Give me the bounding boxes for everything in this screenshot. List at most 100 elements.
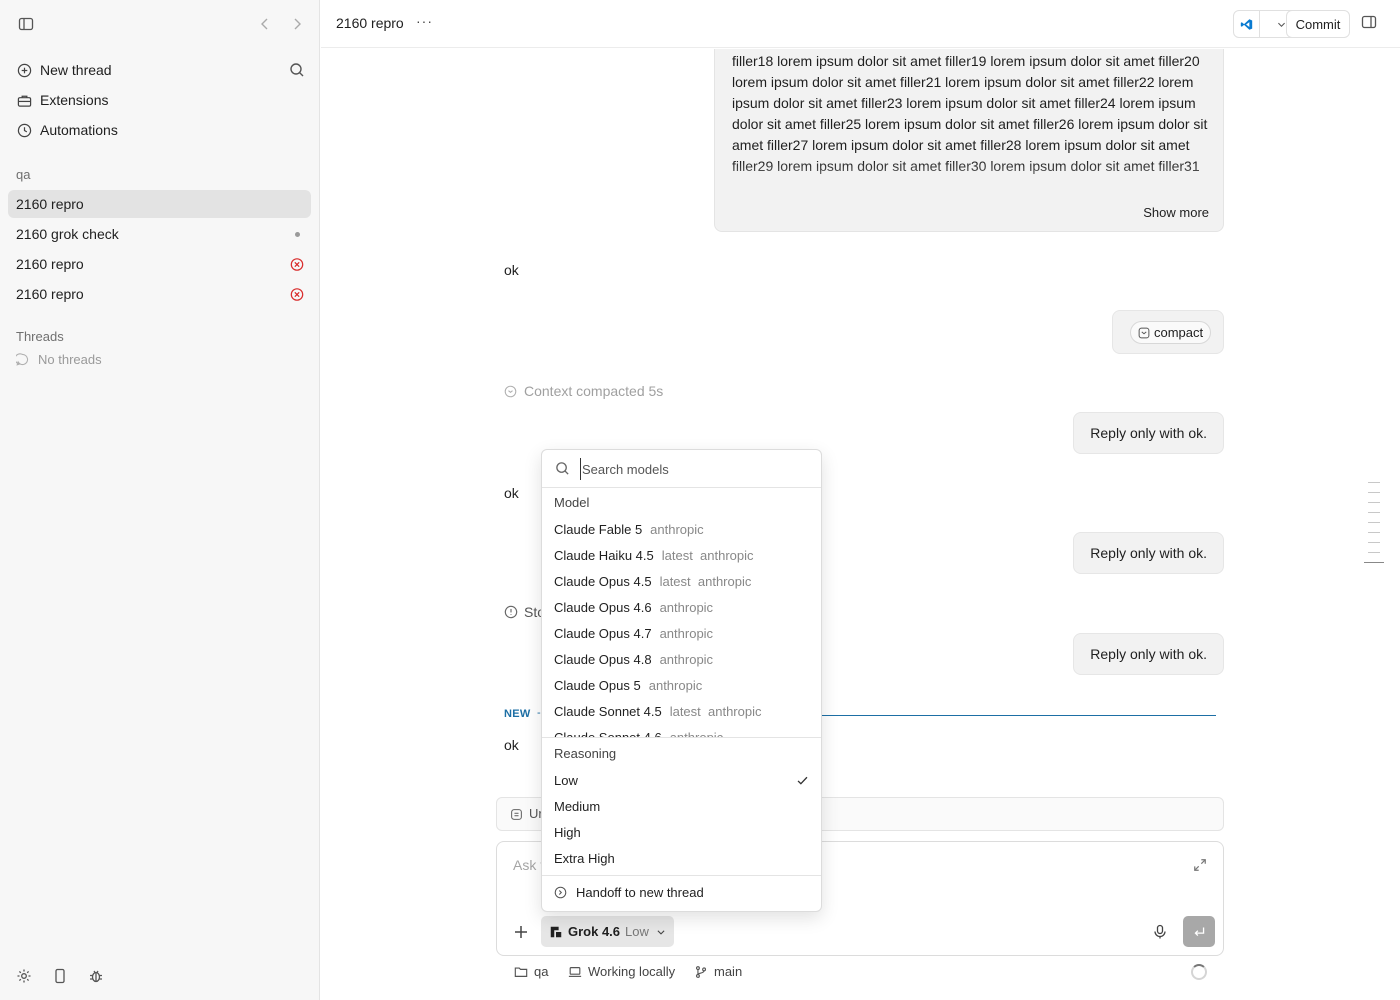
chat-bubble-icon	[16, 353, 29, 366]
mobile-device-icon[interactable]	[50, 966, 70, 986]
commit-button[interactable]: Commit	[1286, 10, 1350, 38]
threads-section-label: Threads	[16, 329, 64, 344]
back-arrow-icon[interactable]	[255, 14, 275, 34]
user-message-compact: compact	[1112, 310, 1224, 354]
model-option[interactable]: Claude Sonnet 4.6 anthropic	[542, 724, 821, 738]
settings-gear-icon[interactable]	[14, 966, 34, 986]
assistant-message: ok	[504, 737, 519, 753]
search-icon	[556, 462, 569, 475]
send-button[interactable]	[1183, 916, 1215, 947]
thread-item[interactable]: 2160 repro	[8, 190, 311, 218]
expand-icon[interactable]	[1193, 858, 1207, 872]
user-message-text: Reply only with ok.	[1090, 545, 1207, 561]
model-option[interactable]: Claude Opus 4.8 anthropic	[542, 646, 821, 672]
model-option-name: Claude Fable 5	[554, 521, 643, 537]
enter-icon	[1194, 927, 1204, 937]
reasoning-option-label: High	[554, 824, 581, 840]
model-option-name: Claude Opus 4.6	[554, 599, 652, 615]
reasoning-option-label: Low	[554, 772, 578, 788]
show-more-button[interactable]: Show more	[1137, 205, 1209, 220]
clock-icon	[16, 122, 32, 138]
model-option[interactable]: Claude Opus 4.7 anthropic	[542, 620, 821, 646]
model-option-name: Claude Sonnet 4.5	[554, 703, 662, 719]
new-divider-line	[820, 715, 1216, 716]
thread-label: 2160 repro	[16, 286, 84, 302]
folder-selector[interactable]: qa	[514, 964, 548, 979]
model-option-name: Claude Opus 4.7	[554, 625, 652, 641]
folder-label: qa	[534, 964, 549, 979]
thread-label: 2160 repro	[16, 256, 84, 272]
assistant-message: ok	[504, 485, 519, 501]
model-option-name: Claude Opus 5	[554, 677, 641, 693]
context-compacted-note: Context compacted 5s	[504, 383, 663, 399]
chevron-down-icon	[657, 929, 665, 935]
model-option[interactable]: Claude Haiku 4.5 latest anthropic	[542, 542, 821, 568]
bug-report-icon[interactable]	[86, 966, 106, 986]
error-icon	[290, 257, 304, 271]
folder-icon	[514, 966, 528, 977]
model-selector-button[interactable]: Grok 4.6 Low	[541, 916, 674, 947]
add-attachment-icon[interactable]	[513, 924, 529, 940]
handoff-label: Handoff to new thread	[576, 885, 704, 900]
model-option[interactable]: Claude Opus 4.6 anthropic	[542, 594, 821, 620]
top-bar: 2160 repro ··· Commit	[321, 0, 1400, 48]
user-message: Reply only with ok.	[1073, 412, 1224, 454]
project-label: qa	[16, 167, 31, 182]
context-note-text: Context compacted 5s	[524, 383, 664, 399]
model-option[interactable]: Claude Opus 4.5 latest anthropic	[542, 568, 821, 594]
reasoning-option-low[interactable]: Low	[542, 767, 821, 793]
compacted-icon	[504, 385, 517, 397]
more-options-icon[interactable]: ···	[416, 13, 433, 29]
loading-spinner-icon	[1191, 964, 1207, 980]
model-list[interactable]: Claude Fable 5 anthropic Claude Haiku 4.5…	[542, 516, 821, 738]
toggle-right-panel-icon[interactable]	[1361, 14, 1381, 34]
reasoning-option-medium[interactable]: Medium	[542, 793, 821, 819]
branch-selector[interactable]: main	[694, 964, 742, 979]
reasoning-option-high[interactable]: High	[542, 819, 821, 845]
vscode-icon[interactable]	[1234, 11, 1260, 37]
reasoning-option-label: Extra High	[554, 850, 615, 866]
app-window: New thread Extensions Automations qa 216…	[0, 0, 1400, 1000]
model-option-tags: latest anthropic	[659, 573, 752, 589]
thread-label: 2160 grok check	[16, 226, 119, 242]
user-message: Reply only with ok.	[1073, 532, 1224, 574]
new-thread-button[interactable]: New thread	[8, 55, 311, 85]
microphone-icon[interactable]	[1152, 924, 1168, 940]
new-label: NEW	[504, 708, 531, 720]
git-branch-icon	[695, 965, 707, 978]
model-option[interactable]: Claude Sonnet 4.5 latest anthropic	[542, 698, 821, 724]
user-message: Reply only with ok.	[1073, 633, 1224, 675]
composer-footer: qa Working locally main	[496, 962, 1224, 984]
model-option[interactable]: Claude Opus 5 anthropic	[542, 672, 821, 698]
extensions-button[interactable]: Extensions	[8, 85, 311, 115]
branch-label: main	[714, 964, 743, 979]
laptop-icon	[568, 966, 582, 977]
running-dot-icon	[290, 227, 304, 241]
stopped-note: Sto	[504, 604, 545, 620]
search-models-input[interactable]	[580, 458, 810, 480]
model-name: Grok 4.6	[568, 924, 621, 939]
thread-item[interactable]: 2160 repro	[8, 250, 311, 278]
search-icon[interactable]	[287, 60, 307, 80]
toggle-sidebar-icon[interactable]	[16, 14, 36, 34]
model-option-tags: anthropic	[669, 729, 724, 738]
thread-item[interactable]: 2160 grok check	[8, 220, 311, 248]
reasoning-option-extra-high[interactable]: Extra High	[542, 845, 821, 871]
forward-arrow-icon[interactable]	[287, 14, 307, 34]
scroll-minimap[interactable]	[1364, 482, 1384, 572]
no-threads-placeholder: No threads	[16, 352, 102, 367]
compact-command-chip: compact	[1130, 321, 1212, 344]
chat-area: amet filler16 lorem ipsum dolor sit amet…	[321, 49, 1400, 1000]
handoff-icon	[554, 886, 567, 899]
model-option-name: Claude Haiku 4.5	[554, 547, 654, 563]
environment-selector[interactable]: Working locally	[568, 964, 675, 979]
thread-item[interactable]: 2160 repro	[8, 280, 311, 308]
user-message-long: amet filler16 lorem ipsum dolor sit amet…	[714, 49, 1224, 232]
no-threads-label: No threads	[38, 352, 102, 367]
user-message-text: Reply only with ok.	[1090, 646, 1207, 662]
model-option[interactable]: Claude Fable 5 anthropic	[542, 516, 821, 542]
handoff-button[interactable]: Handoff to new thread	[554, 885, 704, 900]
automations-button[interactable]: Automations	[8, 115, 311, 145]
reasoning-option-label: Medium	[554, 798, 601, 814]
error-icon	[290, 287, 304, 301]
